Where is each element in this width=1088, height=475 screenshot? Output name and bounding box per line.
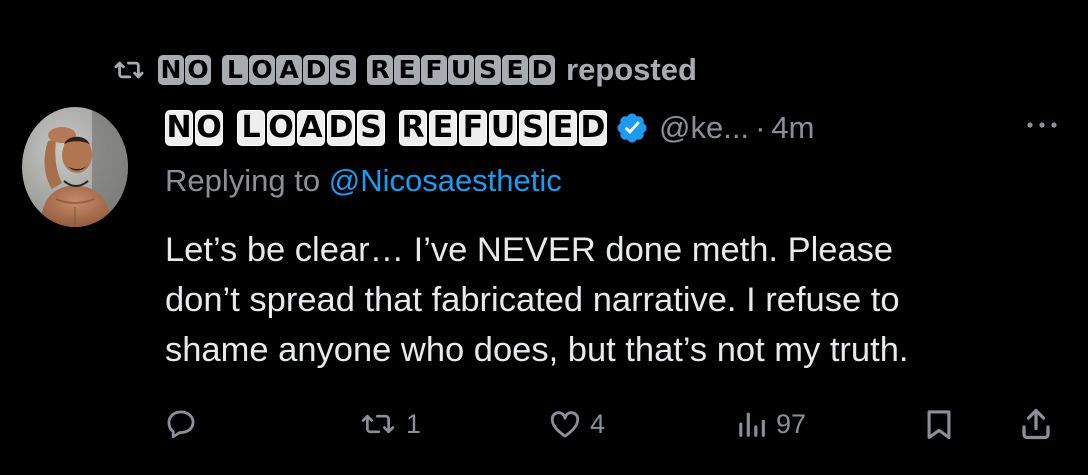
bookmark-icon [927,410,951,440]
action-bar: 1 4 97 [0,400,1088,448]
separator-dot: · [755,110,766,145]
name-letter: A [297,110,325,146]
name-letter: R [367,55,393,85]
repost-icon [114,61,144,79]
share-icon [1022,408,1050,440]
name-letter: S [475,55,501,85]
author-row: NOLOADSREFUSED @ke... · 4m [165,105,814,151]
verified-badge-icon [617,113,647,143]
name-letter: F [421,55,447,85]
tweet[interactable]: NOLOADSREFUSED reposted N O L O A D S R … [0,0,1088,475]
name-letter: E [502,55,528,85]
repost-header: NOLOADSREFUSED reposted [110,50,697,90]
name-letter: E [549,110,577,146]
bookmark-button[interactable] [922,400,956,448]
name-letter: D [529,55,555,85]
replying-to-label: Replying to [165,163,321,198]
tweet-text: Let’s be clear… I’ve NEVER done meth. Pl… [165,225,1075,375]
tweet-text-line: Let’s be clear… I’ve NEVER done meth. Pl… [165,231,894,269]
name-letter: O [195,110,223,146]
share-button[interactable] [1018,400,1054,448]
repost-icon [361,414,395,434]
views-button[interactable]: 97 [734,400,806,448]
name-letter: S [357,110,385,146]
avatar-photo [22,107,128,227]
timestamp[interactable]: 4m [771,110,814,146]
views-icon [739,412,765,437]
name-letter: O [267,110,295,146]
repost-count: 1 [406,408,422,439]
name-letter: L [237,110,265,146]
replying-to: Replying to @Nicosaesthetic [165,163,562,199]
name-letter: L [222,55,248,85]
repost-display-name[interactable]: NOLOADSREFUSED [158,55,556,85]
repost-button[interactable]: 1 [356,400,421,448]
name-letter: N [165,110,193,146]
avatar[interactable] [22,107,128,227]
name-letter: R [399,110,427,146]
name-letter: D [303,55,329,85]
tweet-text-line: shame anyone who does, but that’s not my… [165,331,909,369]
more-options-icon[interactable] [1022,110,1062,140]
reposted-label: reposted [566,52,697,87]
name-letter: E [394,55,420,85]
name-letter: S [519,110,547,146]
tweet-text-line: don’t spread that fabricated narrative. … [165,281,900,319]
like-count: 4 [590,408,606,439]
name-letter: S [330,55,356,85]
name-letter: F [459,110,487,146]
reply-mention-link[interactable]: @Nicosaesthetic [329,163,562,198]
name-letter: N [158,55,184,85]
name-letter: A [276,55,302,85]
author-display-name[interactable]: NOLOADSREFUSED [165,110,609,146]
views-count: 97 [776,408,807,439]
name-letter: U [489,110,517,146]
name-letter: O [249,55,275,85]
reply-icon [167,410,195,439]
name-letter: D [579,110,607,146]
name-letter: D [327,110,355,146]
reply-button[interactable] [164,400,204,448]
name-letter: E [429,110,457,146]
author-handle[interactable]: @ke... [659,110,749,146]
heart-icon [550,411,580,438]
name-letter: U [448,55,474,85]
like-button[interactable]: 4 [546,400,605,448]
name-letter: O [185,55,211,85]
